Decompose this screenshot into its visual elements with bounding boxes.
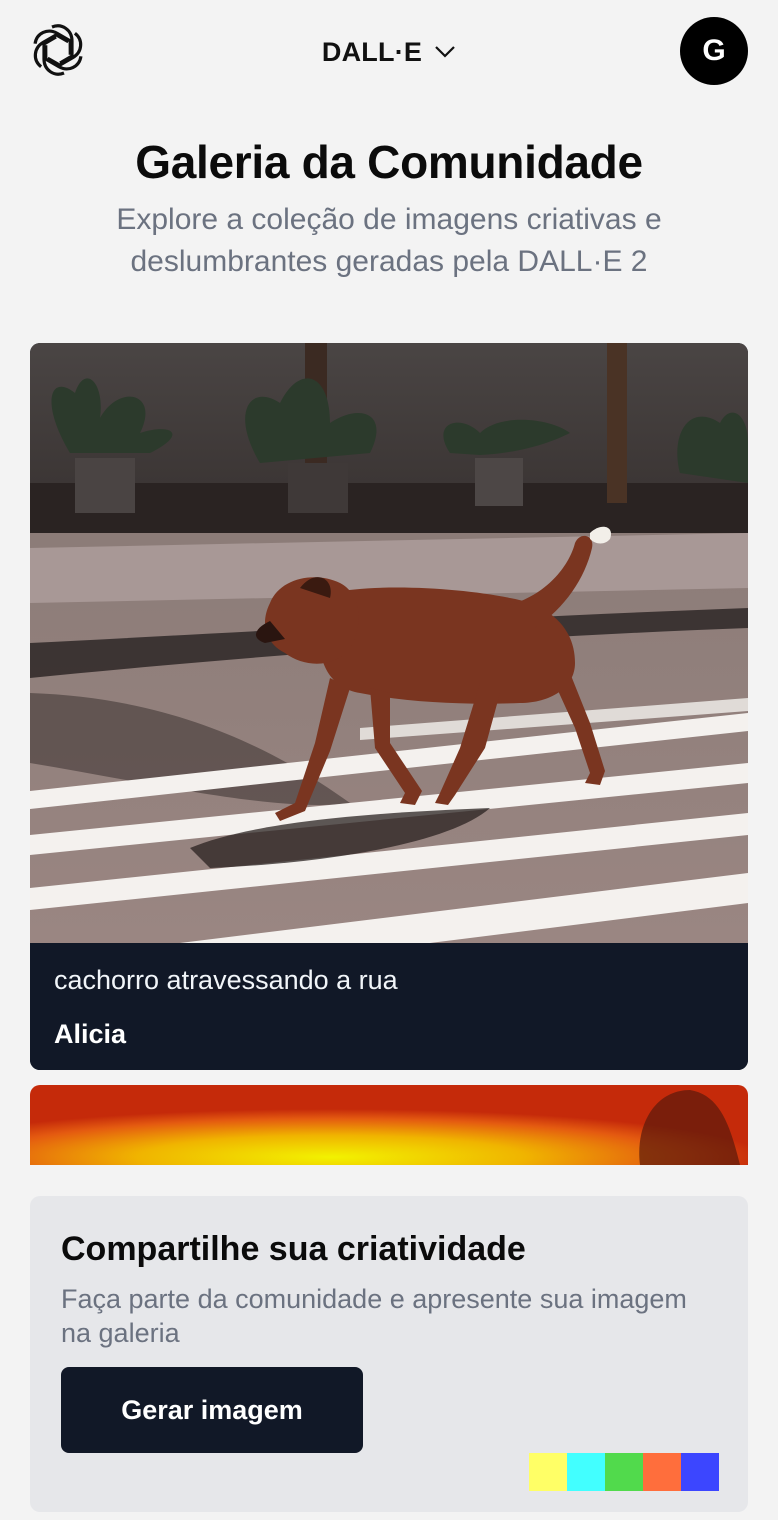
generate-image-button[interactable]: Gerar imagem — [61, 1367, 363, 1453]
gallery-card[interactable]: cachorro atravessando a rua Alicia — [30, 343, 748, 1070]
share-description: Faça parte da comunidade e apresente sua… — [61, 1284, 687, 1348]
page-subtitle: Explore a coleção de imagens criativas e… — [116, 203, 662, 278]
swatch-yellow — [529, 1453, 567, 1491]
share-title: Compartilhe sua criatividade — [61, 1230, 526, 1268]
card-prompt: cachorro atravessando a rua — [54, 965, 398, 995]
swatch-blue — [681, 1453, 719, 1491]
abstract-yellow-image — [30, 1085, 748, 1165]
gallery-card-next[interactable] — [30, 1085, 748, 1165]
dog-crossing-street-image — [30, 343, 748, 943]
model-selector[interactable]: DALL·E — [0, 32, 778, 72]
card-author: Alicia — [54, 1019, 127, 1049]
user-avatar[interactable]: G — [680, 17, 748, 85]
hero: Galeria da Comunidade Explore a coleção … — [0, 135, 778, 283]
page-title: Galeria da Comunidade — [135, 136, 643, 188]
share-panel: Compartilhe sua criatividade Faça parte … — [30, 1196, 748, 1512]
model-label: DALL·E — [321, 36, 423, 67]
chevron-down-icon — [435, 46, 455, 58]
top-bar: DALL·E G — [0, 0, 778, 104]
avatar-initial: G — [702, 34, 726, 67]
color-swatches — [529, 1453, 719, 1491]
swatch-cyan — [567, 1453, 605, 1491]
card-caption: cachorro atravessando a rua Alicia — [30, 943, 748, 1070]
swatch-green — [605, 1453, 643, 1491]
swatch-orange — [643, 1453, 681, 1491]
